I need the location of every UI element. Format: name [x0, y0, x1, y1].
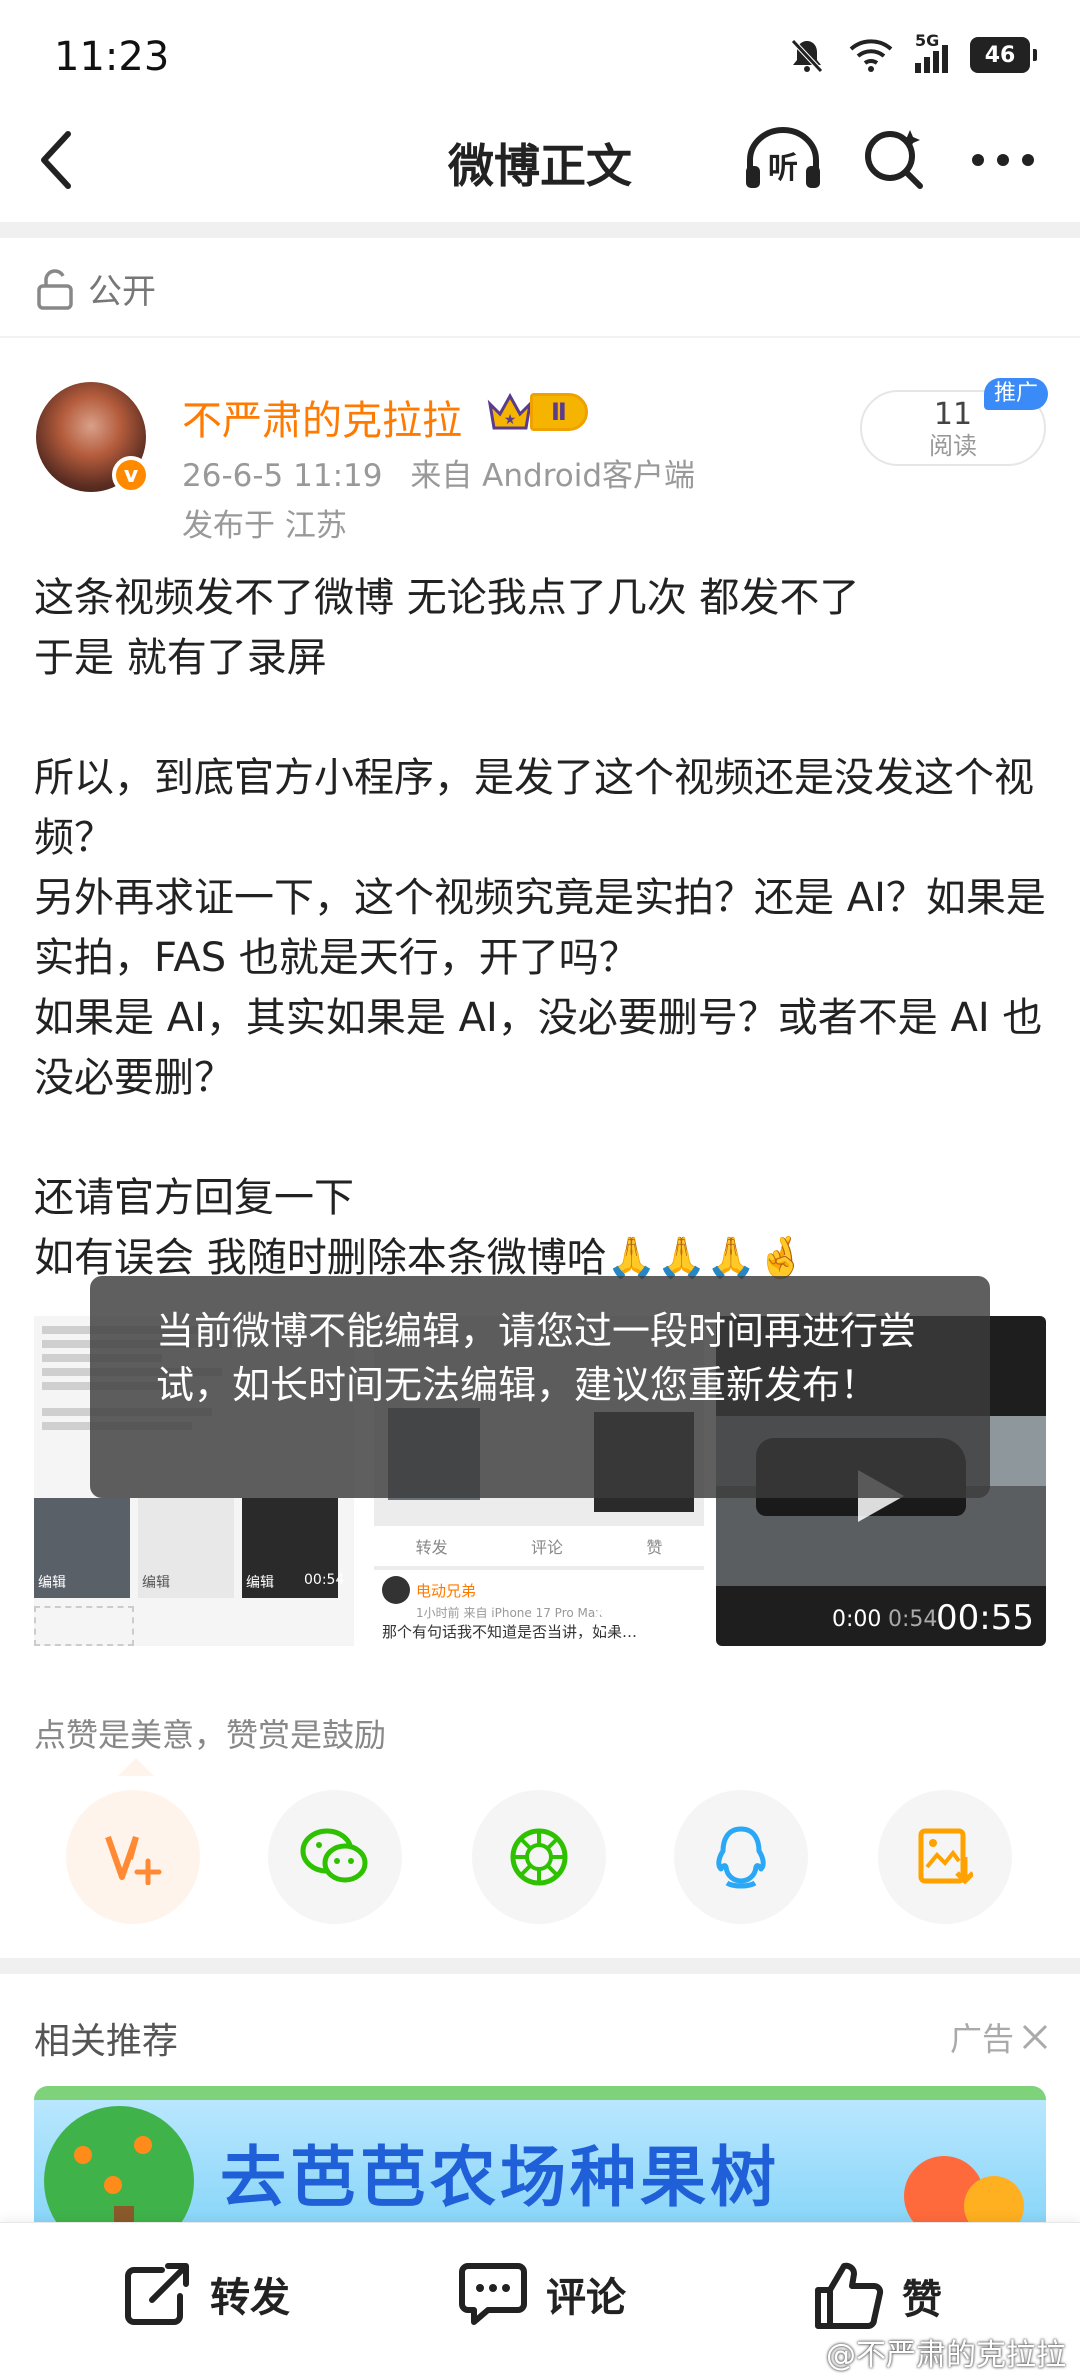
- snippet-like: 赞: [646, 1538, 663, 1557]
- wechat-icon: [300, 1828, 368, 1883]
- post-text: 这条视频发不了微博 无论我点了几次 都发不了 于是 就有了录屏 所以，到底官方小…: [34, 575, 1046, 1281]
- svg-text:听: 听: [768, 151, 798, 186]
- unlock-icon: [37, 268, 73, 310]
- repost-label: 转发: [210, 2275, 290, 2321]
- watermark: @不严肃的克拉拉: [826, 2338, 1066, 2373]
- visibility-divider: [0, 336, 1080, 338]
- read-label: 阅读: [929, 432, 977, 460]
- author-name[interactable]: 不严肃的克拉拉: [182, 388, 462, 446]
- status-icons: 5G 46: [787, 31, 1037, 78]
- visibility-row: 公开: [36, 264, 156, 313]
- close-icon[interactable]: [1020, 2022, 1050, 2052]
- post-meta: 26-6-5 11:19 来自 Android客户端: [182, 450, 695, 495]
- repost-icon: [125, 2263, 189, 2325]
- reward-button[interactable]: [66, 1790, 200, 1924]
- thumb-tag-3: 编辑: [246, 1575, 274, 1591]
- v-plus-icon: [105, 1836, 162, 1885]
- edit-error-toast: 当前微博不能编辑，请您过一段时间再进行尝试，如长时间无法编辑，建议您重新发布！: [90, 1276, 990, 1498]
- like-label: 赞: [902, 2277, 942, 2323]
- mute-icon: [791, 39, 823, 73]
- video-duration-2: 00:02: [594, 1600, 692, 1640]
- ad-label[interactable]: 广告: [950, 2014, 1050, 2060]
- save-image-icon: [918, 1828, 973, 1885]
- status-time: 11:23: [54, 34, 170, 80]
- vip-level: Ⅱ: [530, 393, 588, 431]
- verified-badge-icon: v: [112, 456, 150, 494]
- save-image-button[interactable]: [878, 1790, 1012, 1924]
- comment-button[interactable]: 评论: [458, 2262, 626, 2326]
- ad-label-text: 广告: [949, 2020, 1014, 2058]
- vip-badge[interactable]: ★ Ⅱ: [486, 390, 588, 434]
- repost-button[interactable]: 转发: [124, 2262, 290, 2326]
- video-duration-3: 00:55: [936, 1598, 1034, 1638]
- comment-label: 评论: [546, 2275, 626, 2321]
- share-hint: 点赞是美意，赞赏是鼓励: [34, 1716, 387, 1754]
- moments-icon: [510, 1828, 568, 1886]
- signal-icon: 5G: [915, 31, 948, 73]
- battery-icon: 46: [970, 37, 1037, 73]
- listen-icon[interactable]: 听: [742, 126, 824, 192]
- more-icon[interactable]: [970, 150, 1036, 170]
- wifi-icon: [849, 39, 893, 72]
- wechat-share-button[interactable]: [268, 1790, 402, 1924]
- post-location: 发布于 江苏: [182, 508, 347, 544]
- related-title: 相关推荐: [34, 2021, 179, 2062]
- snippet-repost: 转发: [415, 1538, 448, 1557]
- video-progress: 0:00: [832, 1607, 882, 1632]
- ad-banner-text: 去芭芭农场种果树: [220, 2139, 780, 2216]
- crown-icon: ★: [487, 392, 533, 430]
- thumb-tag-4: 00:54: [304, 1572, 345, 1588]
- like-button[interactable]: 赞: [814, 2262, 942, 2330]
- snippet-comment: 评论: [530, 1538, 563, 1557]
- search-icon[interactable]: [862, 126, 928, 192]
- network-type: 5G: [915, 31, 940, 50]
- qq-share-button[interactable]: [674, 1790, 808, 1924]
- section-divider: [0, 1958, 1080, 1974]
- moments-share-button[interactable]: [472, 1790, 606, 1924]
- header-divider: [0, 222, 1080, 238]
- video-total: 0:54: [888, 1607, 938, 1632]
- post-source: 来自 Android客户端: [410, 458, 696, 494]
- thumb-tag-2: 编辑: [142, 1575, 170, 1591]
- qq-icon: [716, 1826, 766, 1889]
- visibility-label: 公开: [88, 272, 156, 312]
- hint-pointer: [118, 1758, 154, 1776]
- promote-tag[interactable]: 推广: [984, 378, 1048, 410]
- snippet-user: 电动兄弟: [416, 1581, 477, 1600]
- post-time: 26-6-5 11:19: [182, 458, 383, 494]
- thumb-tag-1: 编辑: [38, 1575, 66, 1591]
- comment-icon: [459, 2263, 527, 2325]
- svg-text:★: ★: [504, 412, 517, 428]
- thumbs-up-icon: [815, 2262, 884, 2329]
